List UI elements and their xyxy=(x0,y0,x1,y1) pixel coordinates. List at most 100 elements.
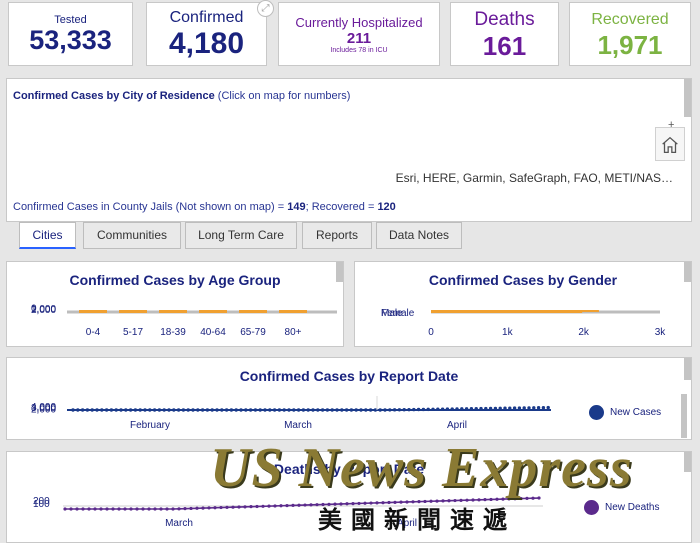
cases-point xyxy=(488,406,493,411)
age-bar xyxy=(279,310,307,313)
age-category-label: 80+ xyxy=(285,327,302,338)
cases-point xyxy=(114,408,118,412)
confirmed-label: Confirmed xyxy=(169,9,244,26)
cases-point xyxy=(340,408,344,412)
deaths-point xyxy=(75,507,79,511)
cases-point xyxy=(335,408,339,412)
jail-count: 149 xyxy=(287,201,306,213)
cases-point xyxy=(388,408,392,412)
cases-point xyxy=(248,408,253,412)
cases-point xyxy=(436,407,440,411)
cases-point xyxy=(407,407,411,412)
cases-point xyxy=(119,408,123,412)
jail-recovered: 120 xyxy=(377,201,396,213)
cases-point xyxy=(320,408,325,412)
tab-data-notes[interactable]: Data Notes xyxy=(376,222,462,249)
map-scrollbar[interactable] xyxy=(684,79,691,117)
legend-scrollbar[interactable] xyxy=(681,394,687,438)
hospitalized-sub: Includes 78 in ICU xyxy=(330,47,388,54)
age-bar xyxy=(119,310,147,313)
deaths-ytick-label: 100 xyxy=(33,499,50,510)
tab-long-term-care[interactable]: Long Term Care xyxy=(185,222,297,249)
cases-point xyxy=(268,408,272,412)
cases-point xyxy=(484,406,488,411)
cases-point xyxy=(397,408,402,412)
cases-point xyxy=(148,408,152,412)
age-bar xyxy=(79,310,107,313)
cases-point xyxy=(527,406,531,410)
cases-point xyxy=(460,407,464,411)
gender-xtick-label: 3k xyxy=(655,327,667,338)
recovered-tile: Recovered 1,971 xyxy=(569,2,691,66)
deaths-point xyxy=(93,507,97,511)
deaths-point xyxy=(141,507,145,511)
age-category-label: 18-39 xyxy=(160,327,186,338)
new-cases-dot xyxy=(589,405,604,420)
watermark-logo: US News Express xyxy=(210,437,633,499)
age-bar xyxy=(199,310,227,313)
map-hint: (Click on map for numbers) xyxy=(217,90,351,102)
watermark: US News Express 美國新聞速遞 xyxy=(210,436,700,543)
cases-point xyxy=(76,408,80,412)
confirmed-value: 4,180 xyxy=(168,27,245,60)
gender-chart: FemaleMale0 1k 2k 3k xyxy=(381,308,667,338)
tab-cities[interactable]: Cities xyxy=(19,222,76,249)
cases-point xyxy=(316,408,320,412)
age-category-label: 0-4 xyxy=(86,327,101,338)
cases-point xyxy=(402,408,406,412)
deaths-point xyxy=(189,506,193,511)
cases-point xyxy=(383,408,387,412)
deaths-point xyxy=(135,507,139,511)
cases-point xyxy=(244,408,248,412)
cases-xtick-label: April xyxy=(447,420,467,431)
cases-point xyxy=(306,408,310,412)
cases-point xyxy=(172,408,176,412)
map-panel[interactable]: Confirmed Cases by City of Residence (Cl… xyxy=(6,78,692,222)
cases-point xyxy=(426,407,430,412)
expand-icon[interactable]: ⤢ xyxy=(257,0,274,17)
cases-point xyxy=(277,408,282,412)
cases-point xyxy=(80,408,85,412)
cases-point xyxy=(85,408,90,412)
cases-point xyxy=(508,406,512,410)
gender-category-label: Male xyxy=(381,308,403,319)
cases-point xyxy=(378,408,382,412)
deaths-point xyxy=(183,507,187,511)
cases-point xyxy=(517,406,522,410)
cases-point xyxy=(354,408,358,412)
report-date-scrollbar[interactable] xyxy=(684,358,691,380)
zoom-in-icon[interactable]: + xyxy=(668,119,674,131)
hospitalized-tile: Currently Hospitalized 211 Includes 78 i… xyxy=(278,2,440,66)
cases-point xyxy=(205,408,210,412)
cases-point xyxy=(71,408,75,412)
cases-point xyxy=(416,407,421,412)
cases-point xyxy=(109,408,114,412)
cases-point xyxy=(157,408,162,412)
cases-point xyxy=(440,407,445,411)
age-chart-panel: Confirmed Cases by Age Group 2,000 1,000 0… xyxy=(6,261,344,347)
map-attribution: Esri, HERE, Garmin, SafeGraph, FAO, METI… xyxy=(395,171,673,185)
map-title-text: Confirmed Cases by City of Residence xyxy=(13,90,215,102)
cases-point xyxy=(455,407,459,411)
deaths-point xyxy=(123,507,127,511)
cases-point xyxy=(368,408,373,412)
cases-point xyxy=(239,408,243,412)
new-cases-legend[interactable]: New Cases xyxy=(589,405,661,420)
cases-point xyxy=(503,406,507,410)
cases-point xyxy=(536,406,541,410)
deaths-point xyxy=(69,507,73,511)
map-title: Confirmed Cases by City of Residence (Cl… xyxy=(13,90,350,102)
deaths-point xyxy=(153,507,157,511)
cases-point xyxy=(412,407,416,412)
cases-point xyxy=(104,408,109,412)
cases-point xyxy=(522,406,526,410)
home-button[interactable]: + xyxy=(655,119,685,161)
cases-ytick-label: 2,000 xyxy=(31,404,56,415)
cases-point xyxy=(287,408,291,412)
cases-xtick-label: March xyxy=(284,420,312,431)
tab-reports[interactable]: Reports xyxy=(302,222,372,249)
tab-communities[interactable]: Communities xyxy=(83,222,181,249)
age-chart: 2,0001,00000-4 5-17 18-39 40-64 65-79 80+ xyxy=(31,303,337,338)
deaths-value: 161 xyxy=(482,31,527,61)
deaths-point xyxy=(195,506,199,510)
